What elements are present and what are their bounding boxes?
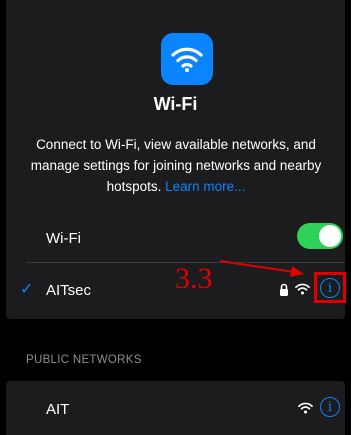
annotation-arrow bbox=[219, 260, 304, 277]
annotation-label: 3.3 bbox=[175, 262, 213, 295]
network-row-ait[interactable]: AIT bbox=[6, 398, 345, 420]
wifi-signal-icon bbox=[298, 402, 313, 414]
network-name: AIT bbox=[46, 400, 70, 418]
info-icon[interactable]: i bbox=[320, 397, 340, 417]
section-header-public-networks: PUBLIC NETWORKS bbox=[26, 354, 142, 366]
